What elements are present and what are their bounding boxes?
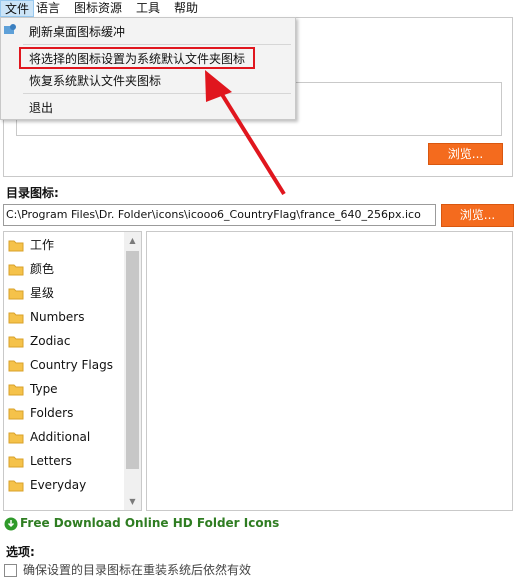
menu-item-refresh-cache[interactable]: 刷新桌面图标缓冲 [29, 24, 125, 40]
list-item[interactable]: Everyday [8, 476, 86, 494]
download-icon [4, 517, 18, 530]
path-browse-button[interactable]: 浏览... [441, 204, 514, 227]
options-label: 选项: [6, 545, 35, 559]
file-menu-dropdown: 刷新桌面图标缓冲 将选择的图标设置为系统默认文件夹图标 恢复系统默认文件夹图标 … [0, 17, 296, 120]
dir-icon-label: 目录图标: [6, 186, 59, 200]
folder-icon [8, 336, 24, 348]
list-item-label: Zodiac [30, 334, 71, 348]
menu-help[interactable]: 帮助 [170, 0, 202, 17]
list-item[interactable]: Additional [8, 428, 90, 446]
list-item-label: 星级 [30, 286, 55, 300]
list-item[interactable]: Letters [8, 452, 72, 470]
list-item-label: 颜色 [30, 262, 55, 276]
folder-icon [8, 456, 24, 468]
menu-separator [23, 93, 291, 94]
menu-item-exit[interactable]: 退出 [29, 100, 53, 116]
menu-separator [23, 44, 291, 45]
folder-icon [8, 240, 24, 252]
list-item-label: Country Flags [30, 358, 113, 372]
menu-tools[interactable]: 工具 [132, 0, 164, 17]
list-item[interactable]: Numbers [8, 308, 84, 326]
list-item-label: Additional [30, 430, 91, 444]
list-item[interactable]: 工作 [8, 236, 54, 254]
top-browse-button[interactable]: 浏览... [428, 143, 503, 165]
list-item[interactable]: 星级 [8, 284, 54, 302]
menu-file[interactable]: 文件 [0, 0, 35, 17]
scroll-thumb[interactable] [126, 251, 139, 469]
category-list: 工作 颜色 星级 Numbers Zodiac Country Flags Ty… [3, 231, 142, 511]
persist-checkbox[interactable] [4, 564, 17, 577]
folder-icon [8, 264, 24, 276]
list-item-label: Folders [30, 406, 74, 420]
menu-item-set-default-icon[interactable]: 将选择的图标设置为系统默认文件夹图标 [29, 51, 245, 67]
folder-icon [8, 408, 24, 420]
folder-icon [8, 432, 24, 444]
icon-grid-area [146, 231, 513, 511]
list-item-label: Type [30, 382, 58, 396]
menu-icon-resources[interactable]: 图标资源 [70, 0, 126, 17]
folder-icon [8, 480, 24, 492]
folder-icon [8, 384, 24, 396]
download-link[interactable]: Free Download Online HD Folder Icons [4, 515, 279, 531]
list-item[interactable]: Type [8, 380, 58, 398]
list-item[interactable]: Zodiac [8, 332, 70, 350]
list-item-label: Everyday [30, 478, 87, 492]
list-item-label: 工作 [30, 238, 55, 252]
refresh-icon [4, 24, 16, 34]
scroll-down-icon[interactable]: ▼ [124, 493, 141, 510]
menu-item-restore-default-icon[interactable]: 恢复系统默认文件夹图标 [29, 73, 161, 89]
list-item[interactable]: Folders [8, 404, 73, 422]
folder-icon [8, 288, 24, 300]
folder-icon [8, 312, 24, 324]
icon-path-field[interactable]: C:\Program Files\Dr. Folder\icons\icooo6… [3, 204, 436, 226]
list-item-label: Numbers [30, 310, 85, 324]
folder-icon [8, 360, 24, 372]
list-item-label: Letters [30, 454, 72, 468]
list-item[interactable]: 颜色 [8, 260, 54, 278]
scroll-up-icon[interactable]: ▲ [124, 232, 141, 249]
list-item[interactable]: Country Flags [8, 356, 113, 374]
persist-option-label: 确保设置的目录图标在重装系统后依然有效 [23, 563, 252, 577]
category-scrollbar[interactable]: ▲ ▼ [124, 232, 141, 510]
menu-bar: 文件 语言 图标资源 工具 帮助 [0, 0, 514, 17]
download-link-label: Free Download Online HD Folder Icons [20, 516, 280, 530]
menu-language[interactable]: 语言 [32, 0, 64, 17]
